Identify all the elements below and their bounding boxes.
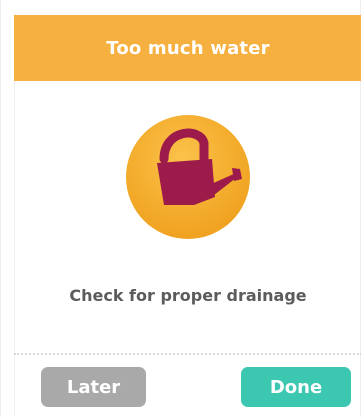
dialog-title: Too much water <box>106 37 270 59</box>
done-button[interactable]: Done <box>241 367 351 407</box>
dialog-header: Too much water <box>14 15 361 81</box>
watering-can-icon <box>124 113 252 241</box>
later-button[interactable]: Later <box>41 367 146 407</box>
dialog-card: Too much water Check for proper drainage… <box>0 0 361 417</box>
dotted-divider <box>14 353 361 355</box>
dialog-message: Check for proper drainage <box>69 286 307 305</box>
